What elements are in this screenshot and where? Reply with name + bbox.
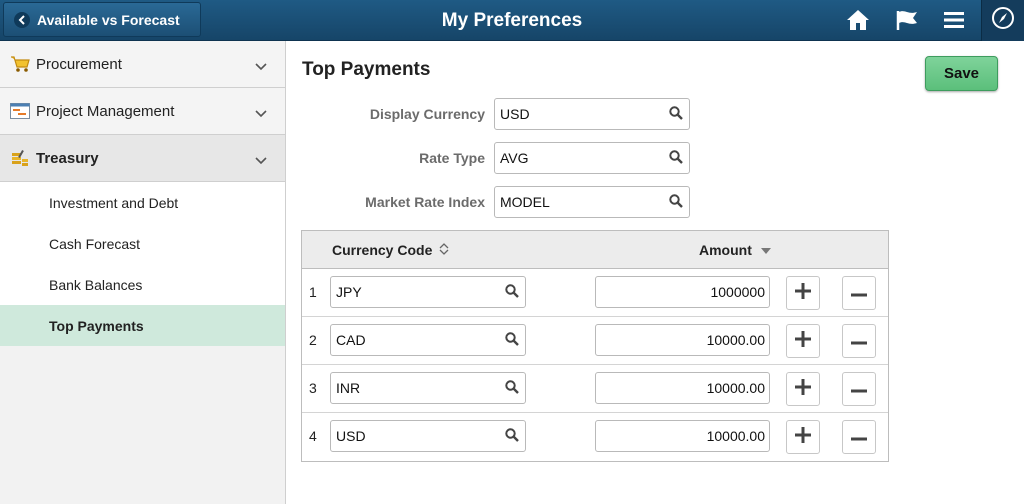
sidebar-item-top-payments[interactable]: Top Payments <box>0 305 285 346</box>
sidebar-item-investment-and-debt[interactable]: Investment and Debt <box>0 182 285 223</box>
market-rate-index-label: Market Rate Index <box>365 194 485 210</box>
currency-code-input[interactable] <box>331 277 491 307</box>
sort-descending-icon <box>756 242 772 258</box>
plus-icon <box>795 282 811 304</box>
cart-icon <box>10 54 30 74</box>
currency-code-input[interactable] <box>331 421 491 451</box>
table-row: 3 <box>302 365 888 413</box>
amount-input[interactable] <box>596 373 769 403</box>
display-currency-row: Display Currency <box>287 98 707 130</box>
row-number: 1 <box>309 284 317 300</box>
grid-header: Currency Code Amount <box>302 231 888 269</box>
navbar-button[interactable] <box>981 0 1024 41</box>
rate-type-input[interactable] <box>495 143 655 173</box>
app-header: Available vs Forecast My Preferences <box>0 0 1024 41</box>
add-row-button[interactable] <box>786 420 820 454</box>
search-icon[interactable] <box>505 284 519 303</box>
minus-icon <box>851 284 867 302</box>
plus-icon <box>795 378 811 400</box>
currency-code-column-header[interactable]: Currency Code <box>332 242 449 258</box>
currency-code-header-label: Currency Code <box>332 242 433 258</box>
minus-icon <box>851 380 867 398</box>
search-icon[interactable] <box>505 380 519 399</box>
search-icon[interactable] <box>669 106 683 125</box>
currency-code-field <box>330 324 526 356</box>
sidebar-item-cash-forecast[interactable]: Cash Forecast <box>0 223 285 264</box>
sort-updown-icon <box>436 242 449 258</box>
currency-code-input[interactable] <box>331 373 491 403</box>
row-number: 2 <box>309 332 317 348</box>
delete-row-button[interactable] <box>842 324 876 358</box>
sidebar: Procurement Project Management Treasury … <box>0 41 286 504</box>
amount-field <box>595 324 770 356</box>
coins-icon <box>10 148 30 168</box>
display-currency-label: Display Currency <box>369 106 485 122</box>
minus-icon <box>851 428 867 446</box>
amount-field <box>595 276 770 308</box>
amount-input[interactable] <box>596 325 769 355</box>
market-rate-index-field <box>494 186 690 218</box>
section-title: Top Payments <box>302 59 431 80</box>
table-row: 2 <box>302 317 888 365</box>
chevron-down-icon <box>255 105 267 122</box>
currency-code-field <box>330 420 526 452</box>
currency-code-field <box>330 372 526 404</box>
flag-icon[interactable] <box>890 4 924 36</box>
sidebar-section-project-management[interactable]: Project Management <box>0 88 285 135</box>
navbar-compass-icon <box>991 6 1015 35</box>
rate-type-row: Rate Type <box>287 142 707 174</box>
table-row: 4 <box>302 413 888 461</box>
chevron-down-icon <box>255 58 267 75</box>
currency-code-field <box>330 276 526 308</box>
amount-header-label: Amount <box>699 242 752 258</box>
minus-icon <box>851 332 867 350</box>
market-rate-index-row: Market Rate Index <box>287 186 707 218</box>
amount-input[interactable] <box>596 421 769 451</box>
chevron-down-icon <box>255 152 267 169</box>
search-icon[interactable] <box>505 428 519 447</box>
back-button-label: Available vs Forecast <box>37 11 180 28</box>
sidebar-section-label: Project Management <box>36 102 175 120</box>
sidebar-section-procurement[interactable]: Procurement <box>0 41 285 88</box>
sidebar-section-treasury[interactable]: Treasury <box>0 135 285 182</box>
plus-icon <box>795 330 811 352</box>
delete-row-button[interactable] <box>842 276 876 310</box>
delete-row-button[interactable] <box>842 420 876 454</box>
add-row-button[interactable] <box>786 324 820 358</box>
search-icon[interactable] <box>669 194 683 213</box>
search-icon[interactable] <box>669 150 683 169</box>
search-icon[interactable] <box>505 332 519 351</box>
home-icon[interactable] <box>841 4 875 36</box>
row-number: 4 <box>309 428 317 444</box>
plus-icon <box>795 426 811 448</box>
top-payments-grid: Currency Code Amount 1 2 <box>301 230 889 462</box>
sidebar-section-label: Procurement <box>36 55 122 73</box>
gantt-icon <box>10 101 30 121</box>
save-button[interactable]: Save <box>925 56 998 91</box>
market-rate-index-input[interactable] <box>495 187 655 217</box>
sidebar-item-bank-balances[interactable]: Bank Balances <box>0 264 285 305</box>
chevron-left-icon <box>14 11 30 28</box>
display-currency-field <box>494 98 690 130</box>
back-button[interactable]: Available vs Forecast <box>3 2 201 37</box>
amount-input[interactable] <box>596 277 769 307</box>
amount-field <box>595 420 770 452</box>
amount-column-header[interactable]: Amount <box>699 242 772 258</box>
delete-row-button[interactable] <box>842 372 876 406</box>
rate-type-field <box>494 142 690 174</box>
amount-field <box>595 372 770 404</box>
display-currency-input[interactable] <box>495 99 655 129</box>
row-number: 3 <box>309 380 317 396</box>
currency-code-input[interactable] <box>331 325 491 355</box>
table-row: 1 <box>302 269 888 317</box>
menu-icon[interactable] <box>937 4 971 36</box>
sidebar-section-label: Treasury <box>36 149 99 167</box>
main-content: Top Payments Save Display Currency Rate … <box>287 41 1024 504</box>
add-row-button[interactable] <box>786 276 820 310</box>
rate-type-label: Rate Type <box>419 150 485 166</box>
add-row-button[interactable] <box>786 372 820 406</box>
